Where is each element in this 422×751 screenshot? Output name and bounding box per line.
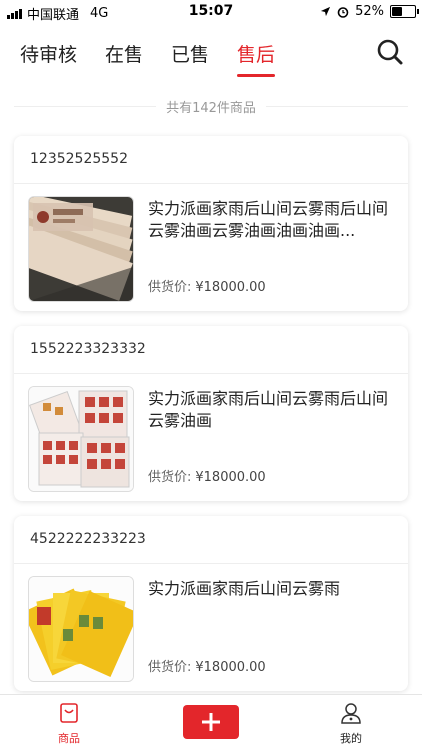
search-icon[interactable] (376, 38, 404, 66)
location-arrow-icon (321, 6, 331, 17)
price-value: ¥18000.00 (195, 470, 266, 485)
product-card[interactable]: 4522222233223 实力派画家雨后山间云雾雨 供货价: ¥18000.0… (14, 516, 408, 691)
tab-on-sale[interactable]: 在售 (105, 40, 143, 77)
status-bar: 中国联通 4G 15:07 52% (0, 0, 422, 24)
product-id: 4522222233223 (14, 516, 408, 564)
price-label: 供货价: (148, 470, 192, 485)
price-label: 供货价: (148, 660, 192, 675)
product-id: 1552223323332 (14, 326, 408, 374)
header: 待审核 在售 已售 售后 (0, 24, 422, 86)
product-image-stamps (28, 386, 134, 492)
product-image-banknotes (28, 196, 134, 302)
alarm-clock-icon (337, 6, 349, 18)
product-price: 供货价: ¥18000.00 (148, 276, 266, 295)
nav-goods[interactable]: 商品 (29, 701, 109, 746)
tab-bar: 待审核 在售 已售 售后 (20, 40, 276, 77)
item-count-row: 共有142件商品 (0, 86, 422, 128)
nav-mine-label: 我的 (340, 732, 362, 745)
tab-sold[interactable]: 已售 (171, 40, 209, 77)
product-card[interactable]: 1552223323332 实力派画家雨后山间云雾雨后山间云雾油画 供货价: ¥… (14, 326, 408, 501)
bottom-nav: 商品 我的 (0, 694, 422, 751)
nav-goods-label: 商品 (58, 732, 80, 745)
product-price: 供货价: ¥18000.00 (148, 656, 266, 675)
product-image-cards (28, 576, 134, 682)
price-label: 供货价: (148, 280, 192, 295)
product-price: 供货价: ¥18000.00 (148, 466, 266, 485)
product-id: 12352525552 (14, 136, 408, 184)
plus-icon (202, 713, 220, 731)
product-title: 实力派画家雨后山间云雾雨后山间云雾油画 (148, 389, 389, 430)
battery-percent: 52% (355, 4, 384, 19)
product-title: 实力派画家雨后山间云雾雨后山间云雾油画云雾油画油画油画... (148, 199, 389, 240)
user-icon (341, 703, 361, 724)
product-card[interactable]: 12352525552 实力派画家雨后山间云雾雨后山间云雾油画云雾油画油画油画.… (14, 136, 408, 311)
item-count-text: 共有142件商品 (156, 101, 266, 116)
product-title: 实力派画家雨后山间云雾雨 (148, 579, 341, 598)
tab-pending-review[interactable]: 待审核 (20, 40, 77, 77)
product-list: 12352525552 实力派画家雨后山间云雾雨后山间云雾油画云雾油画油画油画.… (0, 128, 422, 694)
shopping-bag-icon (60, 703, 78, 723)
price-value: ¥18000.00 (195, 280, 266, 295)
battery-icon (390, 5, 419, 18)
add-product-button[interactable] (183, 705, 239, 739)
nav-mine[interactable]: 我的 (311, 701, 391, 746)
price-value: ¥18000.00 (195, 660, 266, 675)
tab-after-sales[interactable]: 售后 (237, 40, 276, 77)
